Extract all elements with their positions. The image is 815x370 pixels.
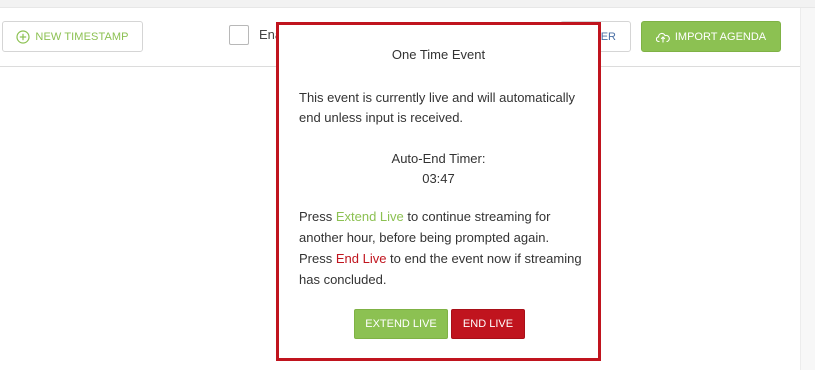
new-timestamp-button[interactable]: NEW TIMESTAMP bbox=[2, 21, 143, 52]
instructions-text-1: Press bbox=[299, 209, 336, 224]
extend-live-button[interactable]: EXTEND LIVE bbox=[354, 309, 448, 339]
page: NEW TIMESTAMP Ena ER IMPORT AGENDA One T… bbox=[0, 0, 815, 370]
import-agenda-label: IMPORT AGENDA bbox=[674, 30, 767, 43]
end-live-button[interactable]: END LIVE bbox=[451, 309, 525, 339]
enable-checkbox[interactable] bbox=[229, 25, 249, 45]
one-time-event-modal: One Time Event This event is currently l… bbox=[276, 22, 601, 361]
extend-live-label: EXTEND LIVE bbox=[365, 318, 437, 330]
scrollbar-track[interactable] bbox=[800, 8, 815, 370]
auto-end-timer-value: 03:47 bbox=[422, 171, 455, 186]
import-agenda-button[interactable]: IMPORT AGENDA bbox=[641, 21, 781, 52]
toolbar-action-label: ER bbox=[600, 30, 616, 43]
end-live-term: End Live bbox=[335, 251, 387, 266]
plus-circle-icon bbox=[16, 29, 31, 44]
extend-live-term: Extend Live bbox=[335, 209, 404, 224]
top-strip bbox=[0, 0, 815, 8]
cloud-upload-icon bbox=[655, 32, 670, 42]
modal-instructions: Press Extend Live to continue streaming … bbox=[299, 206, 584, 290]
new-timestamp-label: NEW TIMESTAMP bbox=[35, 30, 129, 43]
modal-title: One Time Event bbox=[391, 47, 486, 62]
enable-checkbox-label: Ena bbox=[259, 27, 276, 42]
auto-end-timer-label: Auto-End Timer: bbox=[391, 151, 486, 166]
modal-message: This event is currently live and will au… bbox=[299, 90, 575, 125]
end-live-label: END LIVE bbox=[462, 318, 514, 330]
